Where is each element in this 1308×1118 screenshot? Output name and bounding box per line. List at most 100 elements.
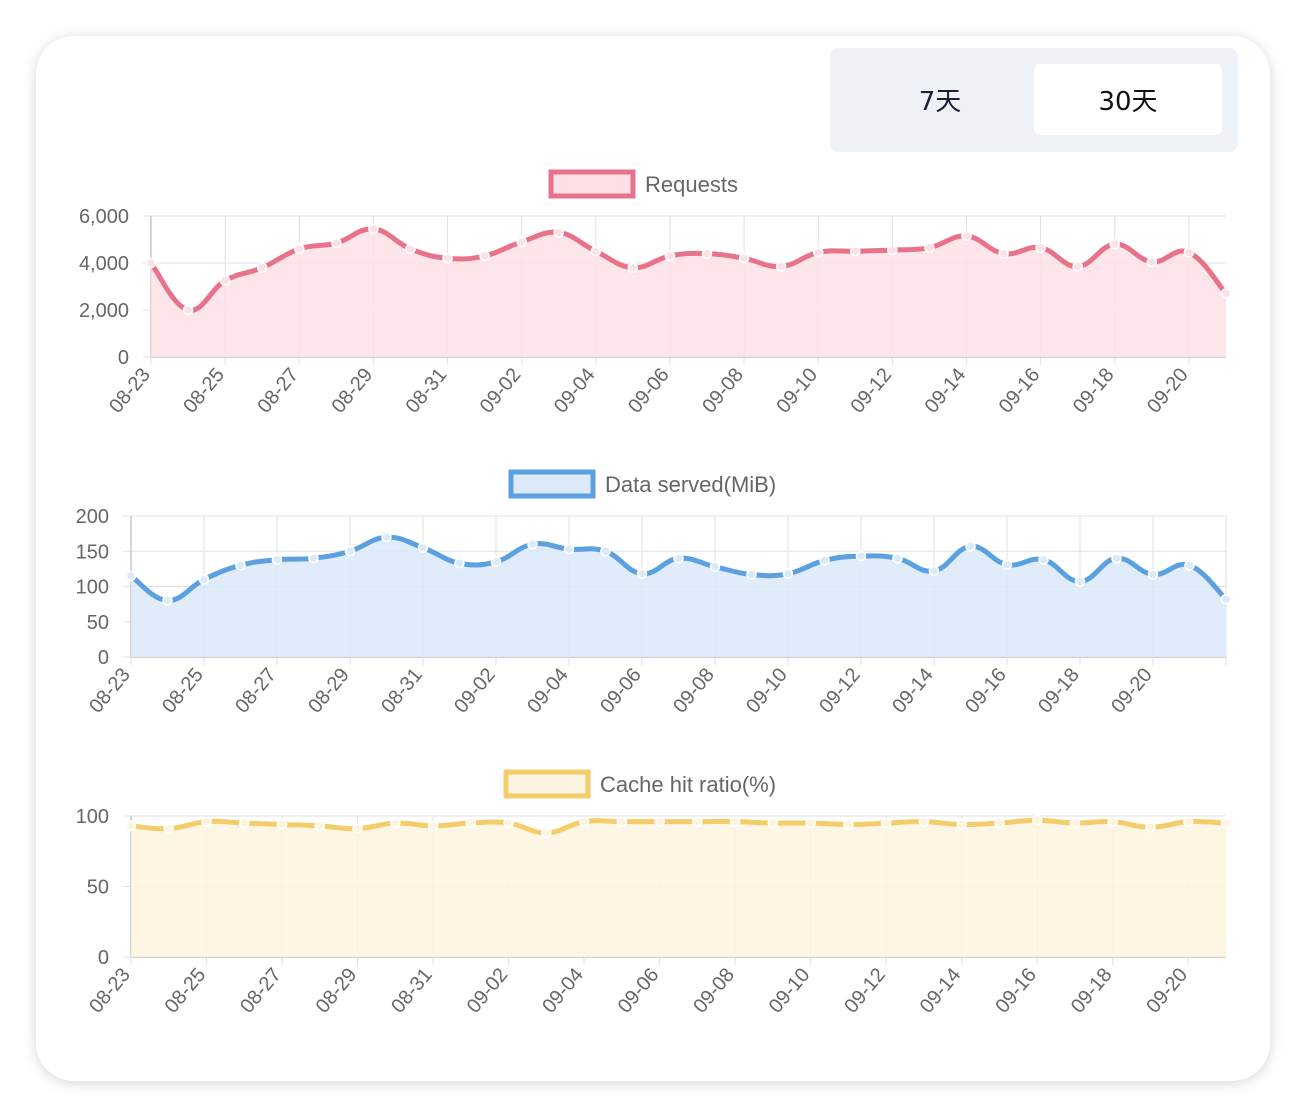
data-point [1182, 816, 1194, 827]
data-point [442, 252, 453, 264]
data-point [998, 248, 1009, 259]
x-tick-label: 09-06 [624, 364, 674, 417]
data-point [516, 236, 527, 248]
data-point [578, 816, 590, 827]
x-tick-label: 08-31 [402, 364, 452, 417]
data-point [405, 243, 416, 255]
data-point [1184, 560, 1195, 571]
data-point [331, 237, 342, 249]
y-tick-label: 200 [76, 506, 109, 528]
x-tick-label: 08-29 [328, 364, 378, 417]
x-tick-label: 08-27 [231, 664, 281, 717]
data-point [892, 552, 903, 564]
data-point [709, 561, 721, 573]
data-point [417, 542, 429, 554]
x-tick-label: 09-04 [538, 964, 588, 1017]
chart-1: 0 2,000 4,000 6,000 08-23 08-25 08-27 08-29 08-3… [79, 169, 1232, 417]
data-point [600, 545, 611, 557]
data-point [819, 555, 830, 566]
data-point [850, 245, 861, 257]
data-point [805, 817, 816, 829]
x-tick-label: 09-08 [698, 364, 748, 417]
y-tick-label: 150 [76, 541, 109, 563]
x-tick-label: 09-20 [1142, 964, 1192, 1017]
x-tick-label: 08-29 [312, 964, 362, 1017]
legend-swatch [508, 469, 596, 499]
data-point [293, 243, 305, 255]
data-point [314, 820, 326, 832]
data-point [276, 819, 288, 830]
data-point [673, 552, 684, 564]
x-tick-label: 09-06 [596, 664, 646, 717]
data-point [308, 552, 319, 564]
data-point [238, 817, 250, 829]
x-tick-label: 09-10 [742, 664, 792, 717]
data-point [368, 223, 379, 235]
data-point [1107, 816, 1119, 827]
charts-canvas: 0 2,000 4,000 6,000 08-23 08-25 08-27 08-29 08-3… [76, 169, 1232, 1017]
x-tick-label: 08-27 [253, 364, 303, 417]
data-point [928, 565, 940, 577]
data-point [465, 817, 477, 829]
data-point [145, 257, 157, 269]
data-point [701, 248, 713, 259]
data-point [855, 550, 867, 562]
data-point [746, 569, 757, 580]
x-tick-label: 08-31 [377, 664, 427, 717]
data-point [163, 823, 175, 834]
data-point [427, 820, 439, 832]
y-tick-label: 2,000 [79, 300, 129, 322]
x-tick-label: 09-18 [1069, 364, 1119, 417]
x-tick-label: 09-14 [888, 664, 938, 717]
data-point [125, 570, 137, 582]
x-tick-label: 09-12 [840, 964, 890, 1017]
data-point [352, 823, 363, 834]
data-point [636, 568, 648, 580]
x-tick-label: 09-16 [991, 964, 1041, 1017]
x-tick-label: 09-02 [463, 964, 513, 1017]
data-point [692, 816, 703, 827]
data-point [590, 245, 602, 257]
x-tick-label: 09-08 [689, 964, 739, 1017]
legend-label: Requests [645, 172, 738, 197]
data-point [627, 262, 639, 274]
data-point [344, 545, 356, 557]
y-tick-label: 50 [87, 612, 109, 634]
data-point [880, 817, 892, 829]
chart-3: 0 50 100 08-23 08-25 08-27 08-29 08-31 09-02 09-0… [76, 769, 1232, 1017]
data-point [125, 820, 137, 832]
y-tick-label: 4,000 [79, 253, 129, 275]
data-point [1183, 247, 1195, 258]
series-area [131, 820, 1226, 957]
data-point [563, 543, 575, 555]
x-tick-label: 09-16 [995, 364, 1045, 417]
data-point [1146, 256, 1158, 268]
legend-label: Cache hit ratio(%) [600, 772, 776, 797]
data-point [235, 560, 246, 571]
data-point [1038, 554, 1049, 566]
data-point [381, 531, 392, 543]
data-point [961, 230, 972, 242]
y-tick-label: 50 [87, 877, 109, 899]
data-point [1031, 814, 1043, 826]
data-point [503, 817, 514, 829]
x-tick-label: 08-29 [304, 664, 354, 717]
data-point [198, 574, 210, 585]
data-point [1069, 817, 1081, 829]
data-point [1147, 569, 1159, 580]
legend-swatch [503, 769, 591, 799]
x-tick-label: 09-10 [765, 964, 815, 1017]
data-point [490, 556, 502, 568]
data-point [1072, 261, 1084, 272]
x-tick-label: 09-16 [961, 664, 1011, 717]
data-point [162, 595, 173, 606]
data-point [1220, 817, 1232, 829]
data-point [454, 557, 465, 569]
x-tick-label: 09-08 [669, 664, 719, 717]
x-tick-label: 08-25 [179, 364, 229, 417]
x-tick-label: 08-23 [85, 964, 135, 1017]
data-point [1035, 242, 1046, 254]
x-tick-label: 09-20 [1143, 364, 1193, 417]
data-point [654, 816, 665, 827]
data-point [390, 817, 401, 829]
